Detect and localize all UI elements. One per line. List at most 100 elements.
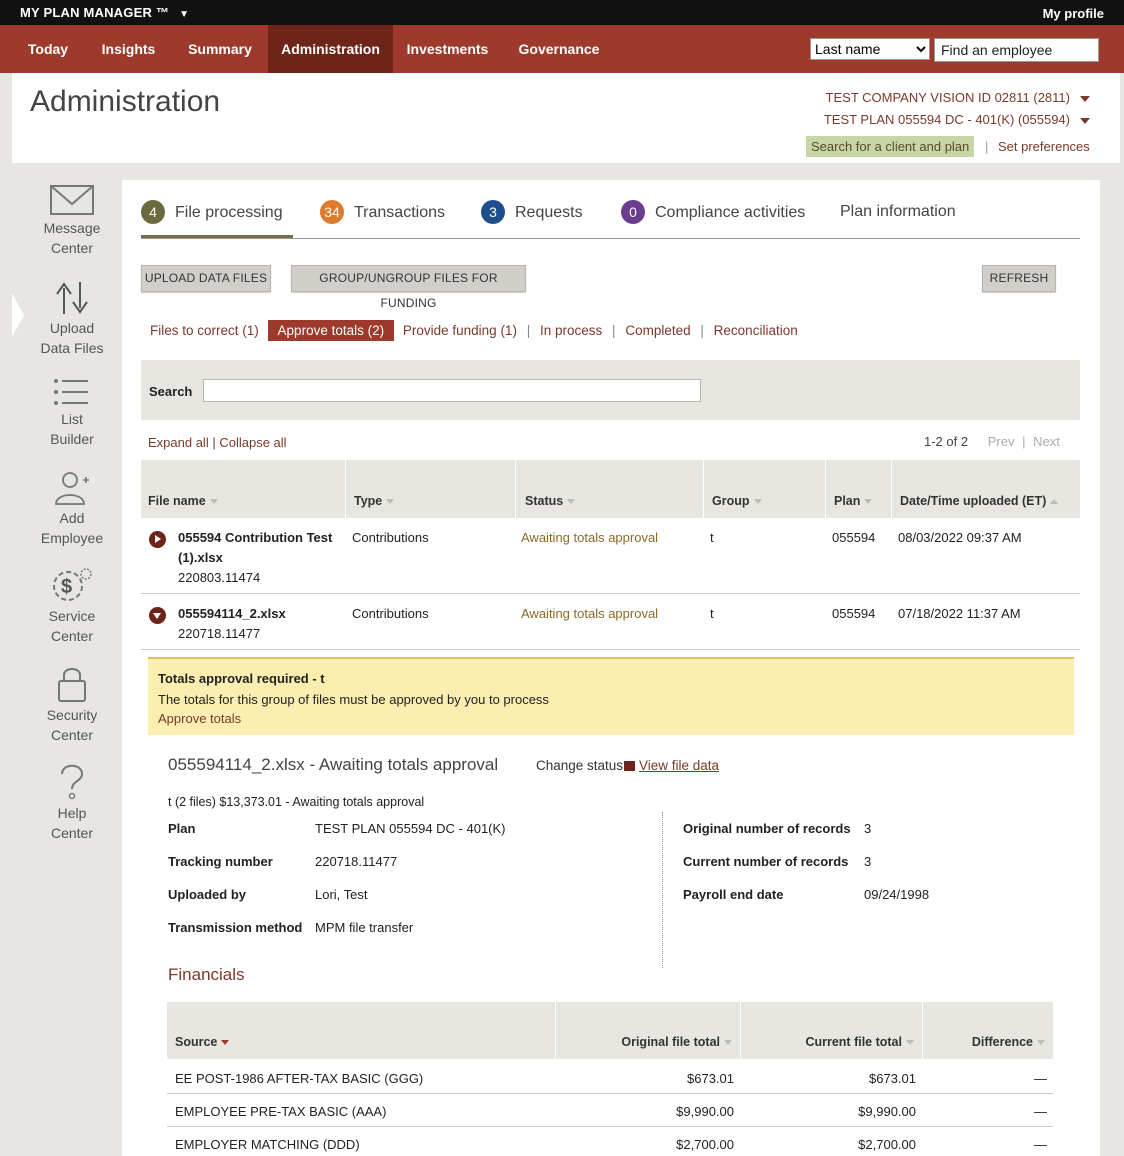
sidebar-item-message-center[interactable]: Message Center <box>24 184 120 258</box>
file-name[interactable]: 055594 Contribution Test (1).xlsx <box>178 528 332 568</box>
column-header-original-total[interactable]: Original file total <box>556 1002 741 1059</box>
tab-file-processing[interactable]: 4 File processing <box>141 200 283 230</box>
column-header-current-total[interactable]: Current file total <box>741 1002 923 1059</box>
column-header-plan[interactable]: Plan <box>826 460 892 518</box>
set-preferences-link[interactable]: Set preferences <box>998 139 1090 154</box>
view-file-data-label: View file data <box>639 758 720 773</box>
nav-administration[interactable]: Administration <box>268 25 393 73</box>
subtab-provide-funding[interactable]: Provide funding (1) <box>403 323 517 338</box>
tab-compliance-activities[interactable]: 0 Compliance activities <box>621 200 805 230</box>
question-icon <box>61 764 84 800</box>
file-name[interactable]: 055594114_2.xlsx <box>178 606 286 621</box>
subtab-completed[interactable]: Completed <box>625 323 690 338</box>
detail-key: Tracking number <box>168 854 273 869</box>
detail-key: Original number of records <box>683 821 851 836</box>
sidebar-item-help-center[interactable]: Help Center <box>24 763 120 843</box>
sidebar-item-list-builder[interactable]: List Builder <box>24 377 120 449</box>
tab-label: Transactions <box>354 203 445 221</box>
column-header-difference[interactable]: Difference <box>923 1002 1053 1059</box>
search-input[interactable] <box>203 379 701 402</box>
subtab-separator: | <box>526 323 531 338</box>
column-header-date-uploaded[interactable]: Date/Time uploaded (ET) <box>892 460 1080 518</box>
search-label: Search <box>149 384 193 399</box>
detail-transmission: Transmission method <box>168 920 302 935</box>
collapse-all-link[interactable]: Collapse all <box>219 435 286 450</box>
group-ungroup-files-button[interactable]: GROUP/UNGROUP FILES FOR FUNDING <box>291 265 526 310</box>
nav-summary[interactable]: Summary <box>180 25 260 73</box>
sidebar-item-security-center[interactable]: Security Center <box>24 665 120 745</box>
sidebar-label: Add <box>59 510 85 526</box>
view-file-data-link[interactable]: View file data <box>624 758 719 773</box>
sidebar-item-add-employee[interactable]: Add Employee <box>24 470 120 548</box>
financials-row: EMPLOYEE PRE-TAX BASIC (AAA) $9,990.00 $… <box>167 1094 1053 1127</box>
tabs-underline <box>141 238 1080 239</box>
column-header-label: Plan <box>834 494 861 508</box>
sidebar-label: Service <box>48 608 96 624</box>
current-total: $9,990.00 <box>858 1104 916 1119</box>
nav-investments[interactable]: Investments <box>400 25 495 73</box>
file-plan: 055594 <box>832 530 876 545</box>
approve-totals-link[interactable]: Approve totals <box>158 711 241 726</box>
subtab-reconciliation[interactable]: Reconciliation <box>714 323 798 338</box>
column-header-file-name[interactable]: File name <box>141 460 346 518</box>
tab-count-badge: 34 <box>320 200 344 224</box>
search-client-plan-link[interactable]: Search for a client and plan <box>806 136 975 157</box>
sort-icon <box>753 499 762 505</box>
my-profile-link[interactable]: My profile <box>1043 6 1104 21</box>
column-header-type[interactable]: Type <box>346 460 516 518</box>
column-header-label: Group <box>712 494 750 508</box>
subtab-separator: | <box>612 323 616 338</box>
sort-icon <box>567 499 576 505</box>
file-uploaded: 07/18/2022 11:37 AM <box>898 606 1021 621</box>
financials-title: Financials <box>168 965 245 984</box>
tab-transactions[interactable]: 34 Transactions <box>320 200 445 230</box>
nav-governance[interactable]: Governance <box>510 25 608 73</box>
subtab-files-to-correct[interactable]: Files to correct (1) <box>150 323 259 338</box>
find-employee-input[interactable]: Find an employee <box>934 38 1099 62</box>
nav-insights[interactable]: Insights <box>95 25 162 73</box>
search-bar: Search <box>141 360 1080 420</box>
refresh-button[interactable]: REFRESH <box>982 265 1056 292</box>
sidebar-label: Builder <box>50 431 94 447</box>
detail-key: Current number of records <box>683 854 849 869</box>
difference: — <box>1034 1137 1047 1152</box>
column-header-status[interactable]: Status <box>516 460 704 518</box>
next-page-link[interactable]: Next <box>1033 434 1060 449</box>
top-bar: MY PLAN MANAGER ™ ▼ My profile <box>0 0 1124 25</box>
subtab-in-process[interactable]: In process <box>540 323 602 338</box>
detail-tracking-value: 220718.11477 <box>315 854 398 869</box>
table-row[interactable]: 055594114_2.xlsx 220718.11477 Contributi… <box>141 604 1080 644</box>
sidebar-item-service-center[interactable]: $ Service Center <box>24 566 120 646</box>
prev-page-link[interactable]: Prev <box>988 434 1015 449</box>
column-header-group[interactable]: Group <box>704 460 826 518</box>
detail-uploaded-by: Uploaded by <box>168 887 246 902</box>
tab-requests[interactable]: 3 Requests <box>481 200 583 230</box>
search-type-select[interactable]: Last name <box>810 38 930 60</box>
left-gutter <box>0 73 12 163</box>
nav-today[interactable]: Today <box>17 25 79 73</box>
financials-row: EMPLOYER MATCHING (DDD) $2,700.00 $2,700… <box>167 1127 1053 1156</box>
detail-transmission-value: MPM file transfer <box>315 920 414 935</box>
tab-plan-information[interactable]: Plan information <box>840 200 956 230</box>
change-status-link[interactable]: Change status <box>536 758 623 773</box>
sidebar-label: Help <box>57 805 87 821</box>
plan-selector[interactable]: TEST PLAN 055594 DC - 401(K) (055594) <box>824 112 1090 127</box>
main-nav: Today Insights Summary Administration In… <box>0 25 1124 73</box>
source-name: EMPLOYER MATCHING (DDD) <box>175 1137 360 1152</box>
list-icon <box>54 379 88 405</box>
column-header-label: Source <box>175 1035 218 1049</box>
subtab-approve-totals[interactable]: Approve totals (2) <box>267 320 395 341</box>
sidebar-item-upload-data-files[interactable]: Upload Data Files <box>24 280 120 358</box>
collapse-row-icon[interactable] <box>149 607 166 624</box>
table-row[interactable]: 055594 Contribution Test (1).xlsx 220803… <box>141 528 1080 588</box>
financials-row: EE POST-1986 AFTER-TAX BASIC (GGG) $673.… <box>167 1061 1053 1094</box>
file-status: Awaiting totals approval <box>521 530 659 545</box>
company-selector[interactable]: TEST COMPANY VISION ID 02811 (2811) <box>826 90 1090 105</box>
expand-all-link[interactable]: Expand all <box>148 435 209 450</box>
upload-data-files-button[interactable]: UPLOAD DATA FILES <box>141 265 271 292</box>
column-header-source[interactable]: Source <box>167 1002 556 1059</box>
sidebar-label: Center <box>50 628 94 644</box>
app-brand-menu[interactable]: MY PLAN MANAGER ™ ▼ <box>20 5 189 20</box>
expand-collapse-separator: | <box>212 435 216 450</box>
expand-row-icon[interactable] <box>149 531 166 548</box>
